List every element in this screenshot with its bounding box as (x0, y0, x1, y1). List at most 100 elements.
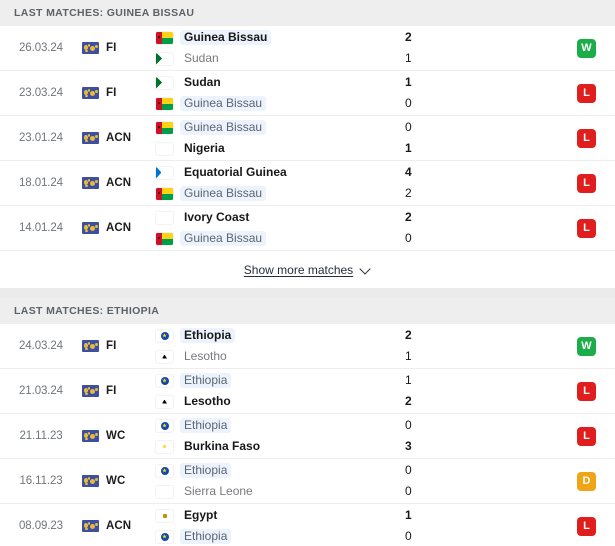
section-header-title: LAST MATCHES: ETHIOPIA (14, 305, 160, 317)
flag-ethiopia-icon (156, 375, 173, 387)
competition-cell[interactable]: WC (82, 430, 150, 442)
status-badge: L (577, 83, 596, 103)
team-name-away[interactable]: Sierra Leone (180, 484, 257, 499)
away-score: 1 (405, 141, 412, 155)
result-cell: L (543, 381, 605, 401)
team-name-away[interactable]: Nigeria (180, 141, 229, 156)
team-line-away: Sudan (156, 51, 393, 66)
match-date: 24.03.24 (19, 340, 63, 352)
world-map-icon (82, 87, 99, 99)
status-badge: L (577, 173, 596, 193)
match-row[interactable]: 23.03.24 FI Sudan Guinea Bissau 1 0 L (0, 71, 615, 116)
team-name-home[interactable]: Guinea Bissau (180, 30, 272, 45)
away-score: 1 (405, 51, 412, 65)
home-score: 0 (405, 463, 412, 477)
team-name-home[interactable]: Egypt (180, 508, 221, 523)
match-row[interactable]: 23.01.24 ACN Guinea Bissau Nigeria 0 1 L (0, 116, 615, 161)
flag-sudan-icon (156, 52, 173, 65)
team-line-home: Ivory Coast (156, 210, 393, 225)
competition-cell[interactable]: FI (82, 87, 150, 99)
teams-cell: Sudan Guinea Bissau (150, 75, 393, 111)
team-name-home[interactable]: Ethiopia (180, 328, 236, 343)
competition-label: FI (106, 385, 117, 397)
match-row[interactable]: 16.11.23 WC Ethiopia Sierra Leone 0 0 D (0, 459, 615, 504)
match-row[interactable]: 24.03.24 FI Ethiopia Lesotho 2 1 W (0, 324, 615, 369)
team-name-away[interactable]: Sudan (180, 51, 223, 66)
competition-cell[interactable]: ACN (82, 132, 150, 144)
match-row[interactable]: 18.01.24 ACN Equatorial Guinea Guinea Bissa… (0, 161, 615, 206)
team-name-home[interactable]: Guinea Bissau (180, 120, 267, 135)
section-header-ethiopia: LAST MATCHES: ETHIOPIA (0, 298, 615, 324)
competition-cell[interactable]: FI (82, 385, 150, 397)
home-score: 1 (405, 373, 412, 387)
competition-label: ACN (106, 222, 132, 234)
competition-label: FI (106, 87, 117, 99)
flag-ethiopia-icon (156, 330, 173, 342)
competition-cell[interactable]: ACN (82, 222, 150, 234)
team-name-away[interactable]: Burkina Faso (180, 439, 264, 454)
away-score: 1 (405, 349, 412, 363)
away-score: 0 (405, 484, 412, 498)
teams-cell: Ethiopia Burkina Faso (150, 418, 393, 454)
flag-lesotho-icon (156, 351, 173, 363)
team-name-away[interactable]: Guinea Bissau (180, 231, 267, 246)
flag-guinea-bissau-icon (156, 97, 173, 110)
away-score: 0 (405, 529, 412, 543)
flag-sudan-icon (156, 76, 173, 89)
team-name-home[interactable]: Ethiopia (180, 463, 232, 478)
match-row[interactable]: 21.11.23 WC Ethiopia Burkina Faso 0 3 L (0, 414, 615, 459)
team-line-home: Ethiopia (156, 373, 393, 388)
team-name-home[interactable]: Ivory Coast (180, 210, 253, 225)
team-name-away[interactable]: Lesotho (180, 349, 231, 364)
flag-eq-guinea-icon (156, 166, 173, 179)
team-name-away[interactable]: Guinea Bissau (180, 96, 267, 111)
score-cell: 21 (393, 30, 543, 66)
flag-guinea-bissau-icon (156, 31, 173, 44)
status-badge: W (577, 336, 596, 356)
world-map-icon (82, 430, 99, 442)
teams-cell: Guinea Bissau Nigeria (150, 120, 393, 156)
team-name-home[interactable]: Equatorial Guinea (180, 165, 291, 180)
team-name-home[interactable]: Ethiopia (180, 418, 232, 433)
status-badge: W (577, 38, 596, 58)
competition-label: ACN (106, 520, 132, 532)
match-row[interactable]: 21.03.24 FI Ethiopia Lesotho 1 2 L (0, 369, 615, 414)
competition-cell[interactable]: FI (82, 42, 150, 54)
competition-cell[interactable]: ACN (82, 177, 150, 189)
competition-cell[interactable]: FI (82, 340, 150, 352)
team-line-home: Guinea Bissau (156, 120, 393, 135)
show-more-matches-button[interactable]: Show more matches (0, 251, 615, 288)
team-line-away: Sierra Leone (156, 484, 393, 499)
competition-label: ACN (106, 132, 132, 144)
competition-cell[interactable]: WC (82, 475, 150, 487)
world-map-icon (82, 340, 99, 352)
home-score: 1 (405, 508, 412, 522)
score-cell: 10 (393, 75, 543, 111)
team-line-home: Ethiopia (156, 418, 393, 433)
team-name-home[interactable]: Sudan (180, 75, 225, 90)
team-line-away: Guinea Bissau (156, 186, 393, 201)
world-map-icon (82, 385, 99, 397)
score-cell: 10 (393, 508, 543, 544)
match-row[interactable]: 08.09.23 ACN Egypt Ethiopia 1 0 L (0, 504, 615, 546)
team-name-home[interactable]: Ethiopia (180, 373, 232, 388)
competition-cell[interactable]: ACN (82, 520, 150, 532)
team-name-away[interactable]: Lesotho (180, 394, 235, 409)
match-row[interactable]: 14.01.24 ACN Ivory Coast Guinea Bissau 2 0 L (0, 206, 615, 251)
team-name-away[interactable]: Ethiopia (180, 529, 232, 544)
team-line-home: Ethiopia (156, 463, 393, 478)
sections-container: LAST MATCHES: GUINEA BISSAU 26.03.24 FI Gui… (0, 0, 615, 546)
flag-ethiopia-icon (156, 465, 173, 477)
home-score: 2 (405, 30, 412, 44)
last-matches-page: LAST MATCHES: GUINEA BISSAU 26.03.24 FI Gui… (0, 0, 615, 546)
competition-label: WC (106, 430, 126, 442)
status-badge: L (577, 516, 596, 536)
result-cell: L (543, 516, 605, 536)
score-cell: 20 (393, 210, 543, 246)
result-cell: L (543, 128, 605, 148)
match-date: 16.11.23 (19, 475, 63, 487)
match-row[interactable]: 26.03.24 FI Guinea Bissau Sudan 2 1 W (0, 26, 615, 71)
flag-ivory-coast-icon (156, 212, 173, 224)
team-name-away[interactable]: Guinea Bissau (180, 186, 267, 201)
match-date: 26.03.24 (19, 42, 63, 54)
